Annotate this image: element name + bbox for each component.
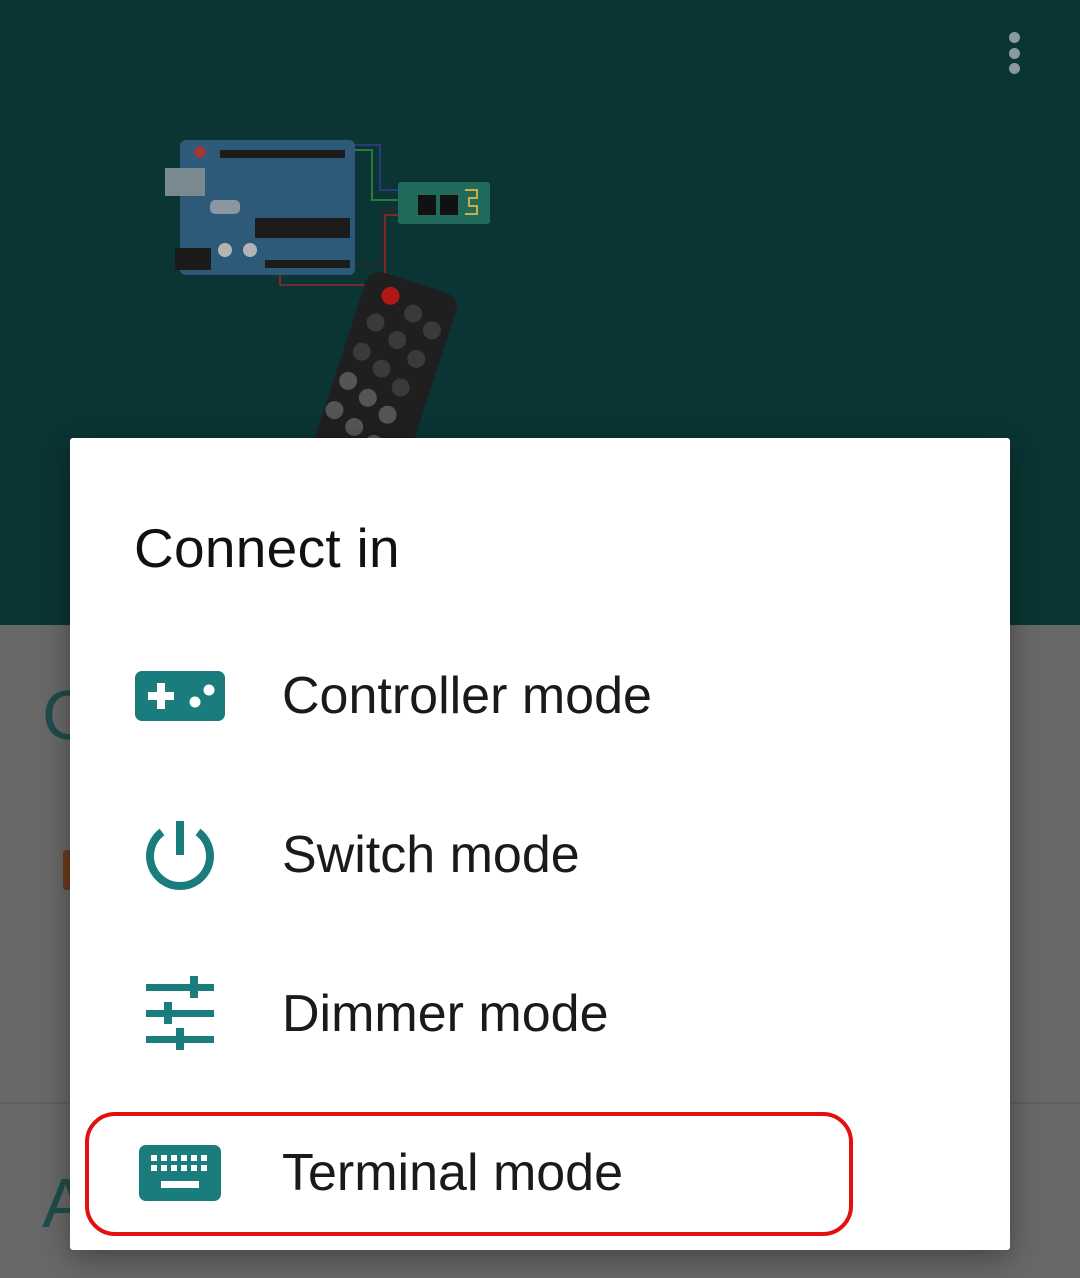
dialog-title: Connect in [134,517,400,579]
tune-sliders-icon [132,974,228,1054]
power-icon [132,815,228,895]
dimmer-mode-option[interactable]: Dimmer mode [70,954,1010,1074]
arduino-bluetooth-remote-illustration [165,140,490,450]
gamepad-icon [132,656,228,736]
switch-mode-label: Switch mode [282,826,580,884]
controller-mode-label: Controller mode [282,667,652,725]
more-vert-icon[interactable] [994,28,1034,78]
terminal-mode-highlight-outline [85,1112,853,1236]
switch-mode-option[interactable]: Switch mode [70,795,1010,915]
controller-mode-option[interactable]: Controller mode [70,636,1010,756]
dimmer-mode-label: Dimmer mode [282,985,609,1043]
